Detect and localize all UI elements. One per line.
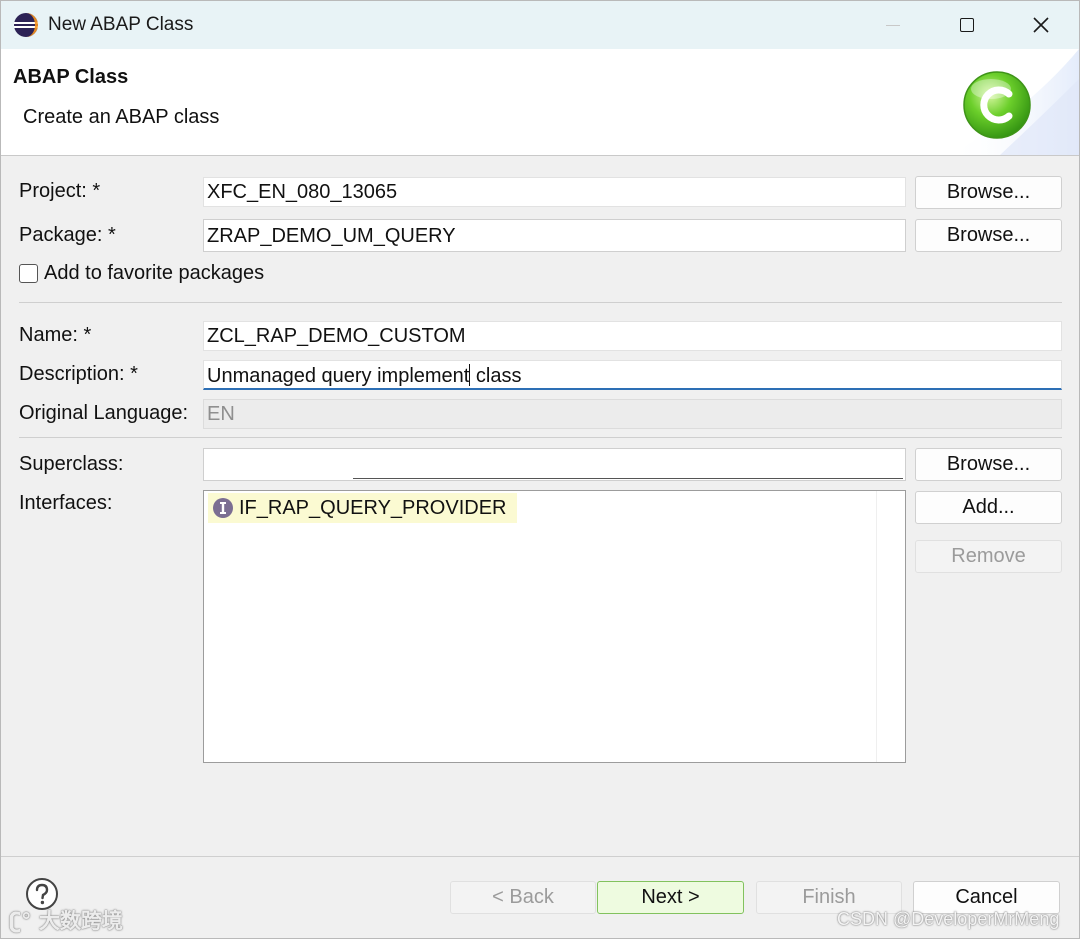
package-field[interactable]: ZRAP_DEMO_UM_QUERY: [203, 219, 906, 252]
description-label: Description: *: [19, 363, 138, 385]
watermark-right: CSDN @DeveloperMrMeng: [837, 909, 1060, 929]
favorite-packages-checkbox[interactable]: [19, 264, 38, 283]
back-button[interactable]: < Back: [450, 881, 596, 914]
wizard-header: ABAP Class Create an ABAP class: [1, 49, 1079, 156]
favorite-packages-label[interactable]: Add to favorite packages: [44, 262, 264, 285]
window-title: New ABAP Class: [48, 14, 194, 35]
original-language-field: EN: [203, 399, 1062, 429]
wizard-title: ABAP Class: [13, 66, 129, 88]
watermark-logo-icon: ʗ°: [9, 909, 32, 933]
footer-separator: [1, 856, 1079, 857]
maximize-button[interactable]: [930, 1, 1004, 49]
watermark-left-text: 大数跨境: [38, 909, 123, 933]
separator: [19, 302, 1062, 303]
close-button[interactable]: [1004, 1, 1078, 49]
interface-list-item[interactable]: IF_RAP_QUERY_PROVIDER: [208, 493, 517, 523]
new-abap-class-dialog: New ABAP Class ABAP Class Create an ABAP…: [0, 0, 1080, 939]
superclass-field-underline: [353, 478, 903, 479]
original-language-label: Original Language:: [19, 402, 189, 424]
eclipse-icon: [14, 13, 38, 37]
watermark-left: ʗ° 大数跨境: [9, 905, 123, 935]
interfaces-list[interactable]: IF_RAP_QUERY_PROVIDER: [203, 490, 906, 763]
project-browse-button[interactable]: Browse...: [915, 176, 1062, 209]
class-c-icon: [963, 71, 1031, 139]
package-label: Package: *: [19, 224, 116, 246]
interfaces-label: Interfaces:: [19, 492, 113, 514]
project-field[interactable]: XFC_EN_080_13065: [203, 177, 906, 207]
name-field[interactable]: ZCL_RAP_DEMO_CUSTOM: [203, 321, 1062, 351]
interface-name: IF_RAP_QUERY_PROVIDER: [239, 496, 507, 519]
maximize-icon: [960, 18, 974, 32]
remove-interface-button[interactable]: Remove: [915, 540, 1062, 573]
interface-icon: [213, 498, 233, 518]
superclass-browse-button[interactable]: Browse...: [915, 448, 1062, 481]
description-field[interactable]: Unmanaged query implement class: [203, 360, 1062, 390]
separator: [19, 437, 1062, 438]
title-bar: New ABAP Class: [1, 1, 1079, 49]
minimize-button[interactable]: [856, 1, 930, 49]
close-icon: [1033, 17, 1049, 33]
next-button[interactable]: Next >: [597, 881, 744, 914]
package-browse-button[interactable]: Browse...: [915, 219, 1062, 252]
add-interface-button[interactable]: Add...: [915, 491, 1062, 524]
project-label: Project: *: [19, 180, 101, 202]
wizard-subtitle: Create an ABAP class: [23, 106, 220, 128]
name-label: Name: *: [19, 324, 92, 346]
list-divider: [876, 491, 877, 762]
description-text: Unmanaged query implement: [207, 365, 470, 387]
superclass-label: Superclass:: [19, 453, 124, 475]
description-text-tail: class: [470, 365, 522, 387]
minimize-icon: [886, 24, 900, 26]
superclass-field[interactable]: [203, 448, 906, 481]
